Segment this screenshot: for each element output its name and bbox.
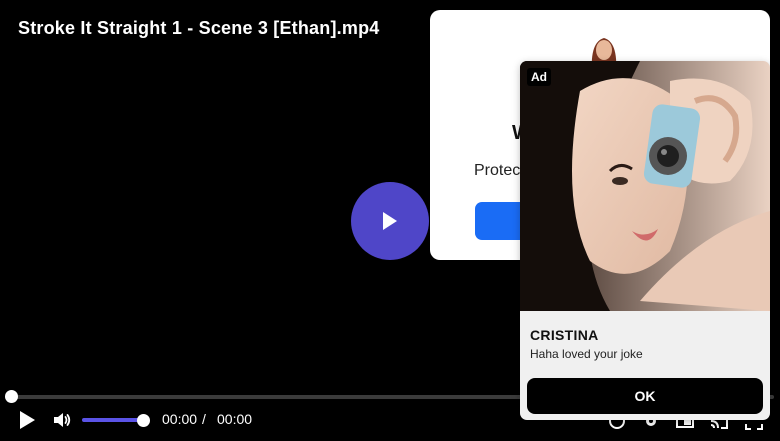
volume-icon [54, 413, 71, 427]
play-icon [383, 212, 397, 230]
play-icon [20, 411, 35, 429]
play-button[interactable] [16, 409, 38, 431]
ad-notification[interactable]: Ad CRISTINA Haha loved your joke OK [520, 61, 770, 420]
ad-sender-name: CRISTINA [530, 327, 599, 343]
ad-image[interactable]: Ad [520, 61, 770, 311]
volume-slider[interactable] [82, 418, 144, 422]
video-title: Stroke It Straight 1 - Scene 3 [Ethan].m… [18, 18, 380, 38]
time-separator: / [202, 411, 206, 427]
ad-ok-button[interactable]: OK [527, 378, 763, 414]
dialog-text: Protec [474, 162, 521, 179]
current-time: 00:00 [162, 411, 198, 427]
ad-badge: Ad [527, 68, 551, 86]
ad-message: Haha loved your joke [530, 347, 643, 361]
duration: 00:00 [217, 411, 253, 427]
video-player: Stroke It Straight 1 - Scene 3 [Ethan].m… [0, 0, 780, 441]
volume-handle[interactable] [137, 414, 150, 427]
seek-handle[interactable] [5, 390, 18, 403]
mute-button[interactable] [52, 410, 72, 430]
big-play-button[interactable] [351, 182, 429, 260]
